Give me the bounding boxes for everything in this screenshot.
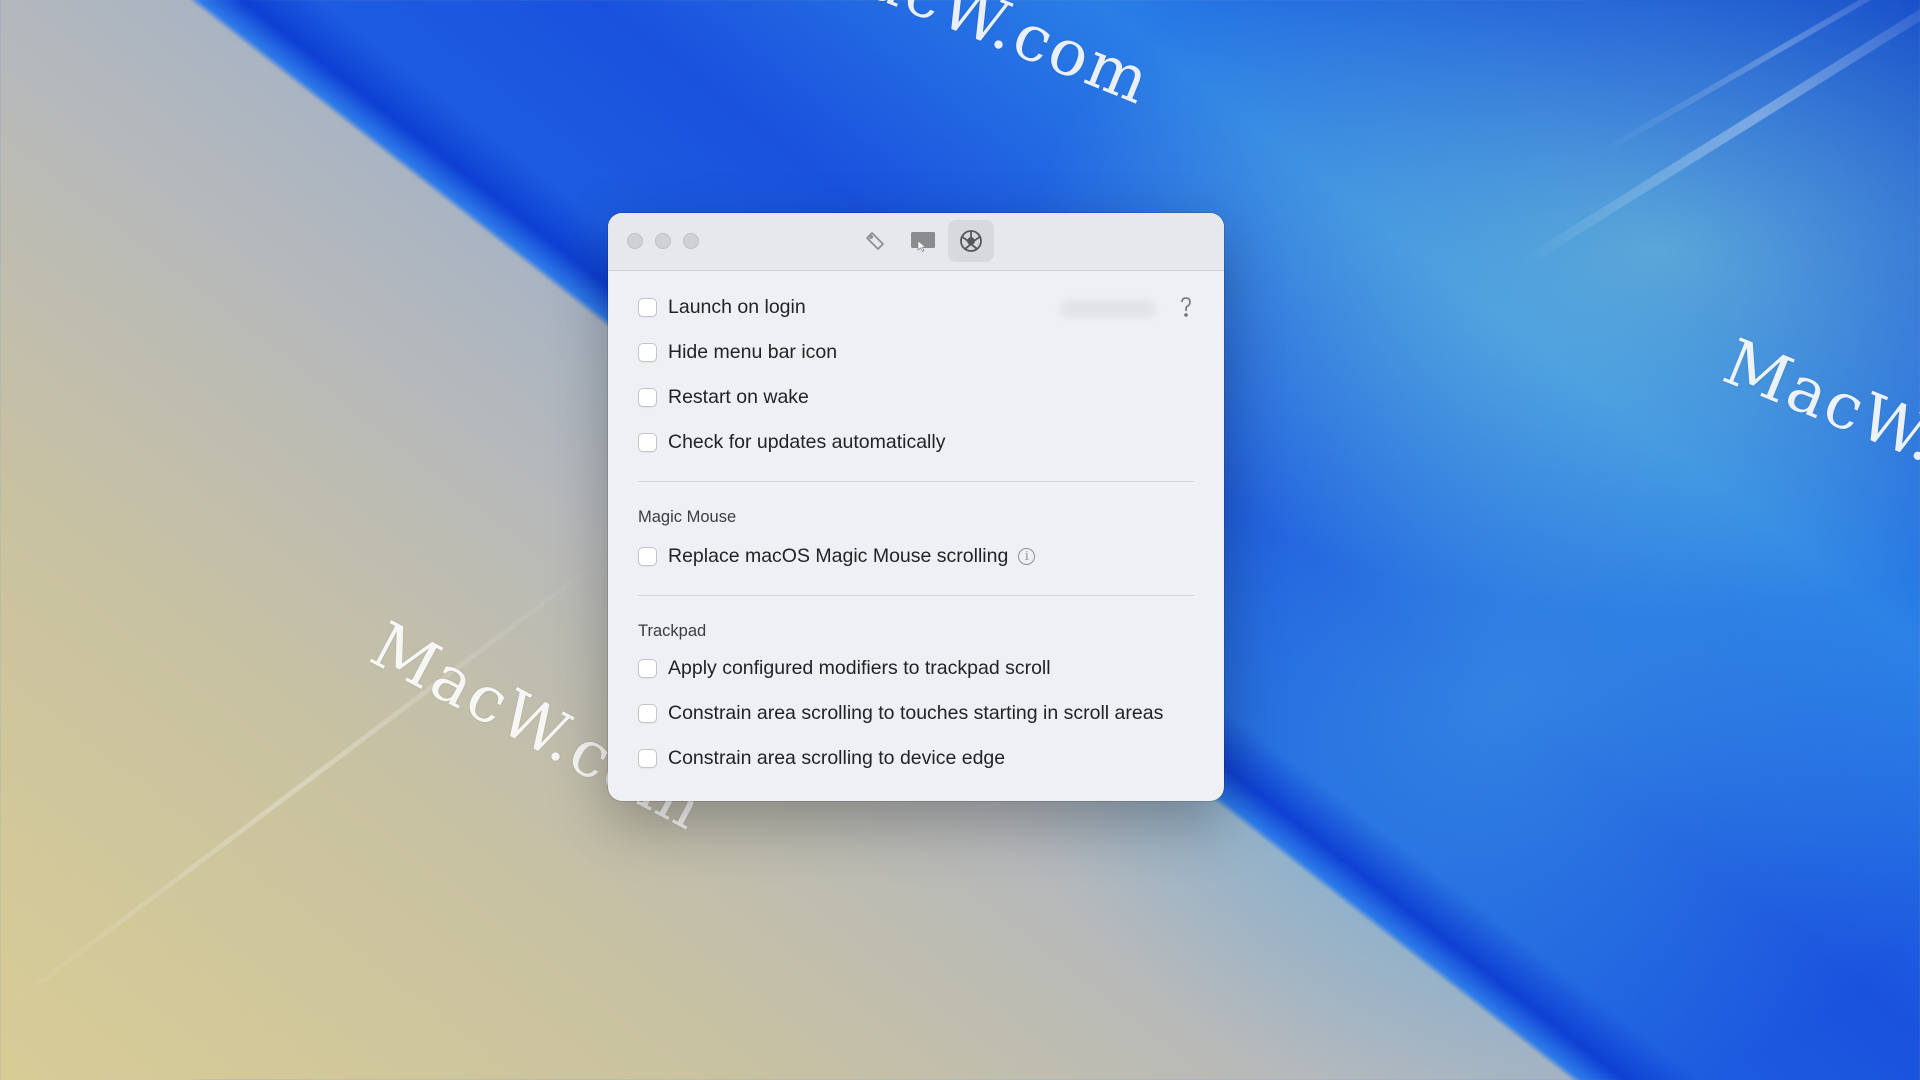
section-title-trackpad: Trackpad (638, 622, 707, 640)
minimize-button[interactable] (655, 233, 671, 249)
hide-menu-bar-icon-label: Hide menu bar icon (668, 341, 838, 363)
constrain-device-edge-label: Constrain area scrolling to device edge (668, 747, 1006, 769)
info-icon[interactable]: i (1018, 548, 1036, 565)
section-title-magic-mouse: Magic Mouse (638, 508, 737, 526)
wallpaper-streak (1517, 0, 1920, 270)
setting-hide-menu-bar-icon: Hide menu bar icon (638, 330, 1194, 375)
check-updates-label: Check for updates automatically (668, 431, 946, 453)
constrain-scroll-areas-label: Constrain area scrolling to touches star… (668, 702, 1164, 724)
titlebar (608, 213, 1224, 271)
setting-check-updates: Check for updates automatically (638, 420, 1194, 465)
close-button[interactable] (627, 233, 643, 249)
tab-display[interactable] (900, 220, 946, 262)
tag-icon (866, 232, 884, 250)
gear-icon (960, 230, 982, 252)
display-icon (911, 232, 935, 252)
launch-on-login-checkbox[interactable] (638, 298, 657, 317)
check-updates-checkbox[interactable] (638, 433, 657, 452)
wallpaper-streak (0, 553, 609, 1015)
setting-apply-modifiers-trackpad: Apply configured modifiers to trackpad s… (638, 646, 1194, 691)
constrain-device-edge-checkbox[interactable] (638, 749, 657, 768)
wallpaper-streak (1598, 0, 1920, 156)
apply-modifiers-trackpad-label: Apply configured modifiers to trackpad s… (668, 657, 1051, 679)
question-icon[interactable] (1176, 295, 1194, 319)
settings-content: Launch on login Hide menu bar icon Resta… (608, 271, 1224, 781)
replace-magic-mouse-scrolling-label: Replace macOS Magic Mouse scrolling (668, 545, 1009, 567)
setting-launch-on-login: Launch on login (638, 285, 1194, 330)
settings-window: Launch on login Hide menu bar icon Resta… (608, 213, 1224, 801)
window-controls (627, 233, 699, 249)
tab-tag[interactable] (852, 220, 898, 262)
constrain-scroll-areas-checkbox[interactable] (638, 704, 657, 723)
launch-on-login-label: Launch on login (668, 296, 806, 318)
zoom-button[interactable] (683, 233, 699, 249)
blurred-field (1060, 300, 1156, 318)
setting-constrain-device-edge: Constrain area scrolling to device edge (638, 736, 1194, 781)
setting-replace-magic-mouse-scrolling: Replace macOS Magic Mouse scrolling i (638, 534, 1194, 579)
watermark-right: MacW.c (1713, 325, 1920, 493)
tab-general[interactable] (948, 220, 994, 262)
toolbar (852, 220, 994, 262)
restart-on-wake-label: Restart on wake (668, 386, 809, 408)
apply-modifiers-trackpad-checkbox[interactable] (638, 659, 657, 678)
restart-on-wake-checkbox[interactable] (638, 388, 657, 407)
hide-menu-bar-icon-checkbox[interactable] (638, 343, 657, 362)
replace-magic-mouse-scrolling-checkbox[interactable] (638, 547, 657, 566)
setting-constrain-scroll-areas: Constrain area scrolling to touches star… (638, 691, 1194, 736)
setting-restart-on-wake: Restart on wake (638, 375, 1194, 420)
watermark-top: MacW.com (794, 0, 1162, 120)
